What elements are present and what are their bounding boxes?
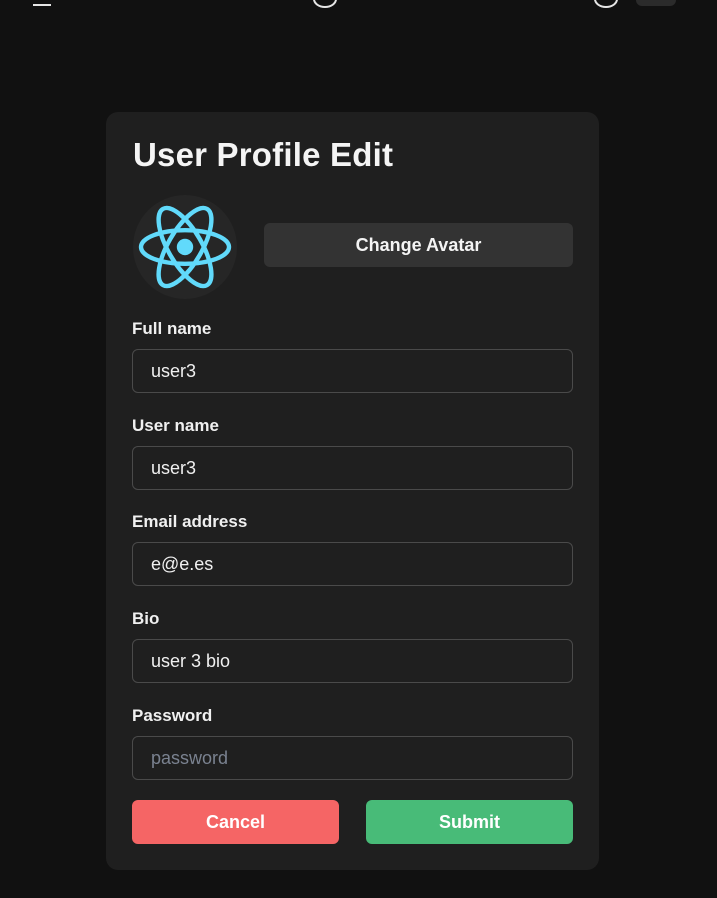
user-name-label: User name [132,416,219,435]
email-group: Email address [132,512,573,586]
theme-icon[interactable] [313,0,337,8]
react-logo-icon [138,205,232,289]
cancel-button[interactable]: Cancel [132,800,339,844]
password-group: Password [132,706,573,780]
profile-edit-card: User Profile Edit Change Avatar Full nam… [106,112,599,870]
user-name-input[interactable] [132,446,573,490]
password-input[interactable] [132,736,573,780]
full-name-group: Full name [132,319,573,393]
bio-input[interactable] [132,639,573,683]
page-title: User Profile Edit [133,136,394,173]
menu-icon[interactable] [33,1,51,6]
user-name-group: User name [132,416,573,490]
avatar [133,195,237,299]
bio-label: Bio [132,609,160,628]
bio-group: Bio [132,609,573,683]
email-label: Email address [132,512,248,531]
full-name-input[interactable] [132,349,573,393]
change-avatar-button[interactable]: Change Avatar [264,223,573,267]
full-name-label: Full name [132,319,212,338]
email-field[interactable] [132,542,573,586]
account-menu-icon[interactable] [636,0,676,6]
globe-icon[interactable] [594,0,618,8]
password-label: Password [132,706,213,725]
top-bar [0,0,717,8]
submit-button[interactable]: Submit [366,800,573,844]
